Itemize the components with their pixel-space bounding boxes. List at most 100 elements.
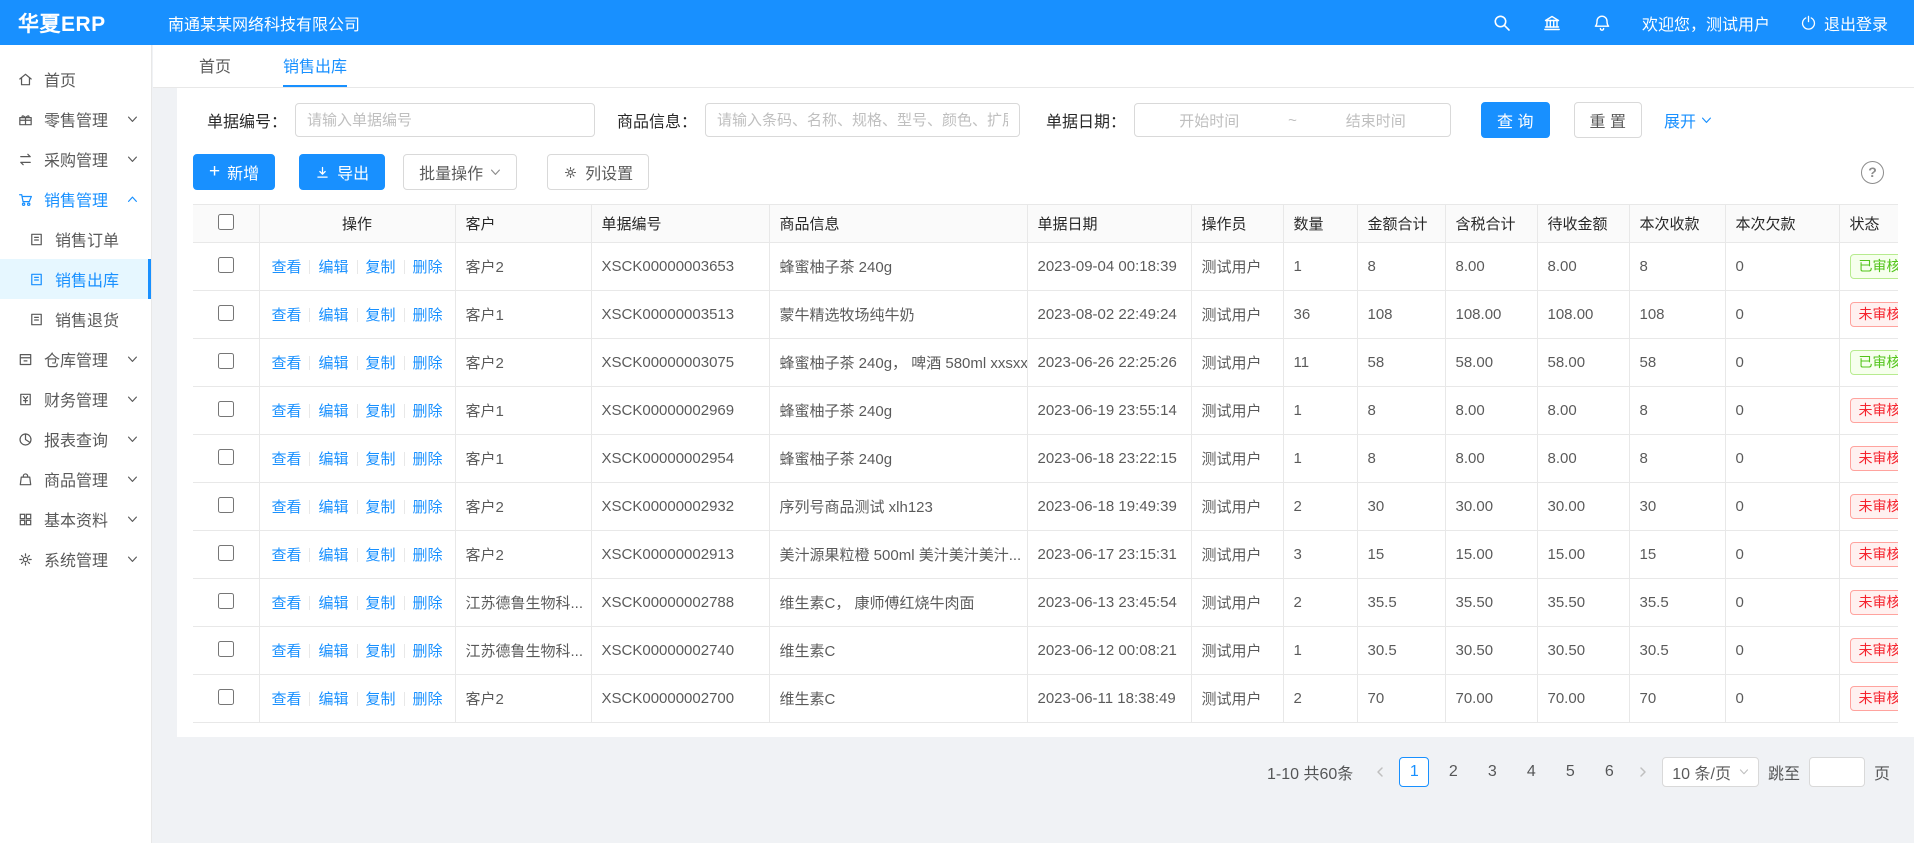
view-link[interactable]: 查看 <box>271 403 301 420</box>
edit-link[interactable]: 编辑 <box>318 499 348 516</box>
delete-link[interactable]: 删除 <box>413 451 443 468</box>
delete-link[interactable]: 删除 <box>413 691 443 708</box>
delete-link[interactable]: 删除 <box>413 499 443 516</box>
row-checkbox[interactable] <box>218 305 234 321</box>
goods-info-input[interactable] <box>705 103 1020 137</box>
row-checkbox[interactable] <box>218 401 234 417</box>
view-link[interactable]: 查看 <box>271 547 301 564</box>
bank-icon[interactable] <box>1542 13 1562 33</box>
row-checkbox[interactable] <box>218 497 234 513</box>
next-page-icon[interactable] <box>1637 766 1649 778</box>
sidebar-item-system[interactable]: 系统管理 <box>0 539 151 579</box>
logout-button[interactable]: 退出登录 <box>1800 11 1888 35</box>
page-size-select[interactable]: 10 条/页 <box>1662 757 1759 787</box>
copy-link[interactable]: 复制 <box>366 643 396 660</box>
delete-link[interactable]: 删除 <box>413 403 443 420</box>
row-checkbox[interactable] <box>218 449 234 465</box>
page-number-2[interactable]: 2 <box>1438 757 1468 787</box>
edit-link[interactable]: 编辑 <box>318 259 348 276</box>
reset-button[interactable]: 重 置 <box>1574 102 1642 138</box>
expand-label: 展开 <box>1664 108 1696 132</box>
copy-link[interactable]: 复制 <box>366 451 396 468</box>
sidebar-item-basic-data[interactable]: 基本资料 <box>0 499 151 539</box>
delete-link[interactable]: 删除 <box>413 595 443 612</box>
delete-link[interactable]: 删除 <box>413 355 443 372</box>
edit-link[interactable]: 编辑 <box>318 643 348 660</box>
row-checkbox[interactable] <box>218 545 234 561</box>
row-checkbox[interactable] <box>218 593 234 609</box>
row-checkbox[interactable] <box>218 689 234 705</box>
sidebar-item-sales[interactable]: 销售管理 <box>0 179 151 219</box>
row-checkbox[interactable] <box>218 257 234 273</box>
sidebar-item-sales-return[interactable]: 销售退货 <box>0 299 151 339</box>
view-link[interactable]: 查看 <box>271 307 301 324</box>
view-link[interactable]: 查看 <box>271 259 301 276</box>
date-range-picker[interactable]: 开始时间 ~ 结束时间 <box>1134 103 1451 137</box>
bag-icon <box>17 471 34 488</box>
row-checkbox[interactable] <box>218 641 234 657</box>
help-icon[interactable]: ? <box>1861 161 1884 184</box>
select-all-checkbox[interactable] <box>218 214 234 230</box>
copy-link[interactable]: 复制 <box>366 499 396 516</box>
sidebar-item-warehouse[interactable]: 仓库管理 <box>0 339 151 379</box>
sidebar-item-home[interactable]: 首页 <box>0 59 151 99</box>
view-link[interactable]: 查看 <box>271 451 301 468</box>
view-link[interactable]: 查看 <box>271 595 301 612</box>
col-header-amount: 金额合计 <box>1357 205 1445 243</box>
sidebar-item-retail[interactable]: 零售管理 <box>0 99 151 139</box>
expand-link[interactable]: 展开 <box>1664 108 1712 132</box>
copy-link[interactable]: 复制 <box>366 403 396 420</box>
copy-link[interactable]: 复制 <box>366 547 396 564</box>
sidebar-item-finance[interactable]: 财务管理 <box>0 379 151 419</box>
jump-to-input[interactable] <box>1809 757 1865 787</box>
search-icon[interactable] <box>1492 13 1512 33</box>
delete-link[interactable]: 删除 <box>413 547 443 564</box>
view-link[interactable]: 查看 <box>271 499 301 516</box>
bill-no-input[interactable] <box>295 103 595 137</box>
sidebar-item-purchase[interactable]: 采购管理 <box>0 139 151 179</box>
copy-link[interactable]: 复制 <box>366 355 396 372</box>
page-number-6[interactable]: 6 <box>1594 757 1624 787</box>
app-logo[interactable]: 华夏ERP <box>0 8 152 38</box>
edit-link[interactable]: 编辑 <box>318 691 348 708</box>
tab-home[interactable]: 首页 <box>199 45 231 87</box>
bell-icon[interactable] <box>1592 13 1612 33</box>
search-button[interactable]: 查 询 <box>1481 102 1549 138</box>
copy-link[interactable]: 复制 <box>366 259 396 276</box>
view-link[interactable]: 查看 <box>271 691 301 708</box>
sidebar-item-reports[interactable]: 报表查询 <box>0 419 151 459</box>
edit-link[interactable]: 编辑 <box>318 307 348 324</box>
copy-link[interactable]: 复制 <box>366 595 396 612</box>
copy-link[interactable]: 复制 <box>366 691 396 708</box>
cell-goods: 序列号商品测试 xlh123 <box>769 483 1027 531</box>
copy-link[interactable]: 复制 <box>366 307 396 324</box>
export-button[interactable]: 导出 <box>299 154 385 190</box>
page-number-4[interactable]: 4 <box>1516 757 1546 787</box>
row-checkbox[interactable] <box>218 353 234 369</box>
sidebar-item-sales-order[interactable]: 销售订单 <box>0 219 151 259</box>
add-button[interactable]: + 新增 <box>193 154 275 190</box>
prev-page-icon[interactable] <box>1374 766 1386 778</box>
delete-link[interactable]: 删除 <box>413 307 443 324</box>
divider <box>404 452 405 466</box>
edit-link[interactable]: 编辑 <box>318 547 348 564</box>
page-number-5[interactable]: 5 <box>1555 757 1585 787</box>
tab-sales-outbound[interactable]: 销售出库 <box>283 45 347 87</box>
edit-link[interactable]: 编辑 <box>318 355 348 372</box>
page-number-1[interactable]: 1 <box>1399 757 1429 787</box>
view-link[interactable]: 查看 <box>271 355 301 372</box>
sidebar-item-sales-outbound[interactable]: 销售出库 <box>0 259 151 299</box>
edit-link[interactable]: 编辑 <box>318 403 348 420</box>
edit-link[interactable]: 编辑 <box>318 595 348 612</box>
delete-link[interactable]: 删除 <box>413 643 443 660</box>
edit-link[interactable]: 编辑 <box>318 451 348 468</box>
page-number-3[interactable]: 3 <box>1477 757 1507 787</box>
view-link[interactable]: 查看 <box>271 643 301 660</box>
batch-actions-button[interactable]: 批量操作 <box>403 154 517 190</box>
sidebar-item-goods[interactable]: 商品管理 <box>0 459 151 499</box>
sidebar-label: 零售管理 <box>44 107 108 131</box>
delete-link[interactable]: 删除 <box>413 259 443 276</box>
chevron-up-icon <box>127 194 138 205</box>
column-settings-button[interactable]: 列设置 <box>547 154 649 190</box>
cell-qty: 3 <box>1283 531 1357 579</box>
